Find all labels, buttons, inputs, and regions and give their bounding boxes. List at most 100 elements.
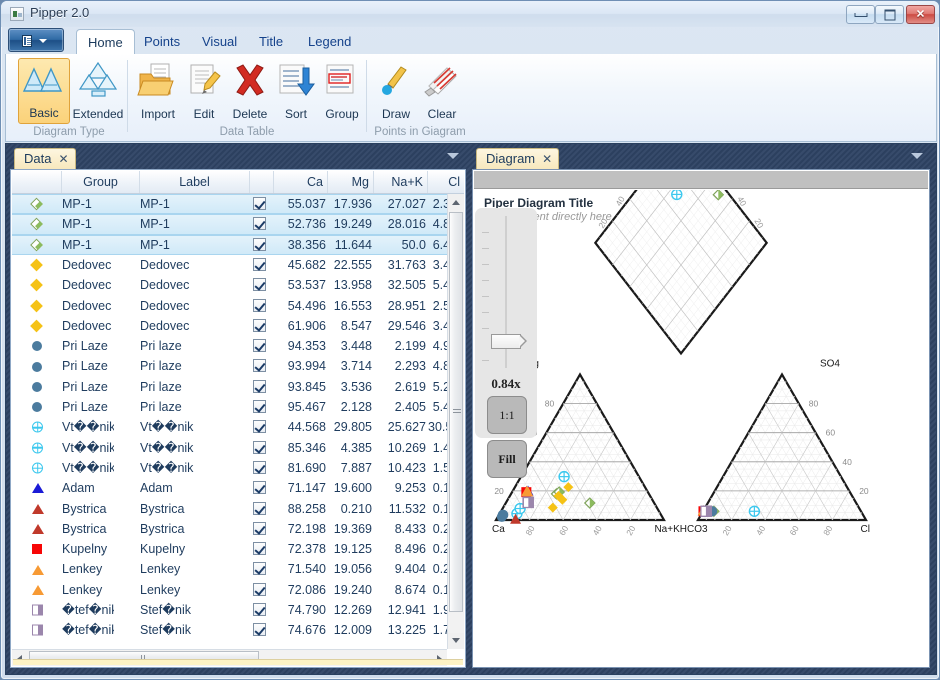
cell-nak[interactable]: 2.405 [374,397,426,417]
cell-label[interactable]: Bystrica [140,499,210,519]
cell-nak[interactable]: 32.505 [374,275,426,295]
table-row[interactable]: DedovecDedovec45.68222.55531.7633.462 [12,255,464,275]
tab-title[interactable]: Title [248,29,294,55]
cell-mg[interactable]: 19.125 [328,539,372,559]
cell-ca[interactable]: 74.790 [274,600,326,620]
cell-nak[interactable]: 2.619 [374,377,426,397]
zoom-fill-button[interactable]: Fill [487,440,527,478]
row-checkbox[interactable] [250,438,272,458]
minimize-button[interactable] [846,5,875,24]
table-row[interactable]: MP-1MP-152.73619.24928.0164.888 [12,214,464,235]
scrollbar-thumb[interactable] [449,212,463,612]
row-checkbox[interactable] [250,499,272,519]
zoom-slider-thumb[interactable] [491,334,527,349]
table-row[interactable]: LenkeyLenkey72.08619.2408.6740.151 [12,580,464,600]
cell-group[interactable]: Pri Laze [62,377,114,397]
group-button[interactable]: Group [316,58,368,124]
cell-mg[interactable]: 11.644 [328,235,372,255]
cell-label[interactable]: Vt��nik [140,458,210,478]
sort-button[interactable]: Sort [270,58,322,124]
cell-label[interactable]: Dedovec [140,296,210,316]
row-checkbox[interactable] [250,559,272,579]
row-checkbox[interactable] [250,316,272,336]
col-header-cl[interactable]: Cl [428,171,464,193]
cell-nak[interactable]: 29.546 [374,316,426,336]
col-header-symbol[interactable] [12,171,62,193]
cell-label[interactable]: MP-1 [140,214,210,234]
table-row[interactable]: Vt��nik Vt��nik 44.568 29.805 25.627 30.560 [12,417,464,437]
cell-label[interactable]: Lenkey [140,580,210,600]
cell-group[interactable]: MP-1 [62,235,114,255]
cell-ca[interactable]: 72.198 [274,519,326,539]
diagram-toolbar[interactable] [474,171,928,189]
cell-group[interactable]: Dedovec [62,316,114,336]
cell-group[interactable]: Lenkey [62,580,114,600]
cell-nak[interactable]: 50.0 [374,235,426,255]
table-row[interactable]: Pri LazePri laze94.3533.4482.1994.993 [12,336,464,356]
row-checkbox[interactable] [250,519,272,539]
cell-nak[interactable]: 8.674 [374,580,426,600]
cell-group[interactable]: Bystrica [62,519,114,539]
cell-label[interactable]: Dedovec [140,275,210,295]
row-checkbox[interactable] [250,235,272,255]
cell-label[interactable]: Pri laze [140,356,210,376]
table-row[interactable]: DedovecDedovec53.53713.95832.5055.407 [12,275,464,295]
draw-button[interactable]: Draw [370,58,422,124]
cell-label[interactable]: Vt��nik [140,417,210,437]
cell-label[interactable]: Pri laze [140,377,210,397]
cell-ca[interactable]: 93.994 [274,356,326,376]
table-row[interactable]: AdamAdam71.14719.6009.2530.180 [12,478,464,498]
cell-nak[interactable]: 9.404 [374,559,426,579]
cell-mg[interactable]: 22.555 [328,255,372,275]
cell-label[interactable]: Dedovec [140,255,210,275]
maximize-button[interactable] [875,5,904,24]
cell-nak[interactable]: 28.016 [374,214,426,234]
cell-label[interactable]: Pri laze [140,336,210,356]
cell-ca[interactable]: 61.906 [274,316,326,336]
cell-ca[interactable]: 45.682 [274,255,326,275]
cell-ca[interactable]: 71.147 [274,478,326,498]
col-header-label[interactable]: Label [140,171,250,193]
cell-mg[interactable]: 16.553 [328,296,372,316]
cell-ca[interactable]: 72.378 [274,539,326,559]
cell-mg[interactable]: 12.269 [328,600,372,620]
close-button[interactable]: ✕ [906,5,935,24]
cell-nak[interactable]: 2.199 [374,336,426,356]
data-grid[interactable]: Group Label Ca Mg Na+K Cl MP-1 MP-1 55.037… [12,171,464,666]
col-header-group[interactable]: Group [62,171,140,193]
row-checkbox[interactable] [250,580,272,600]
tab-home[interactable]: Home [76,29,135,55]
cell-mg[interactable]: 0.210 [328,499,372,519]
cell-label[interactable]: Kupelny [140,539,210,559]
cell-mg[interactable]: 19.240 [328,580,372,600]
clear-button[interactable]: Clear [416,58,468,124]
cell-ca[interactable]: 95.467 [274,397,326,417]
cell-mg[interactable]: 12.009 [328,620,372,640]
cell-ca[interactable]: 55.037 [274,194,326,214]
cell-mg[interactable]: 3.448 [328,336,372,356]
cell-nak[interactable]: 10.423 [374,458,426,478]
pane-menu-icon[interactable] [911,153,923,159]
row-checkbox[interactable] [250,194,272,214]
cell-nak[interactable]: 27.027 [374,194,426,214]
col-header-nak[interactable]: Na+K [374,171,428,193]
tab-legend[interactable]: Legend [297,29,362,55]
cell-mg[interactable]: 2.128 [328,397,372,417]
basic-button[interactable]: Basic [18,58,70,124]
cell-mg[interactable]: 19.056 [328,559,372,579]
scroll-down-icon[interactable] [448,633,464,649]
cell-label[interactable]: MP-1 [140,194,210,214]
row-checkbox[interactable] [250,620,272,640]
row-checkbox[interactable] [250,377,272,397]
cell-mg[interactable]: 17.936 [328,194,372,214]
pane-tab-data[interactable]: Data ✕ [14,148,76,169]
row-checkbox[interactable] [250,417,272,437]
table-row[interactable]: Pri LazePri laze93.9943.7142.2934.820 [12,356,464,376]
cell-group[interactable]: MP-1 [62,194,114,214]
cell-nak[interactable]: 9.253 [374,478,426,498]
table-row[interactable]: MP-1MP-155.03717.93627.0272.372 [12,194,464,215]
row-checkbox[interactable] [250,255,272,275]
close-icon[interactable]: ✕ [542,152,552,166]
vertical-scrollbar[interactable] [447,194,464,649]
cell-label[interactable]: Vt��nik [140,438,210,458]
